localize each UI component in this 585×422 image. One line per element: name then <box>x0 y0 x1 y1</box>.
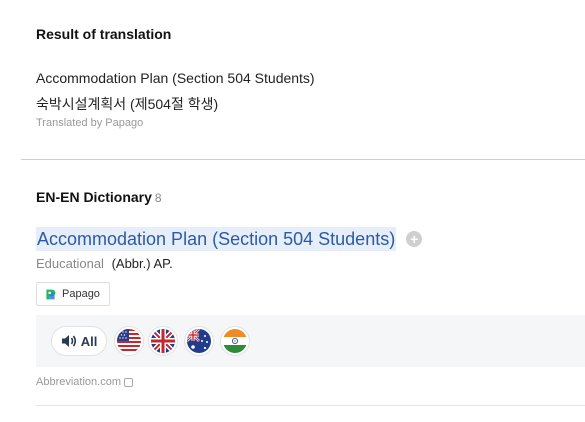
us-flag-icon <box>117 329 141 353</box>
papago-button[interactable]: Papago <box>36 282 110 306</box>
play-all-label: All <box>80 333 98 349</box>
bottom-divider <box>36 405 585 406</box>
plus-circle-icon[interactable]: + <box>406 231 423 247</box>
section-divider <box>21 159 585 160</box>
speaker-icon <box>61 335 76 347</box>
checkbox-icon[interactable] <box>124 377 133 387</box>
australia-pronunciation-button[interactable] <box>184 326 214 356</box>
india-pronunciation-button[interactable] <box>220 326 250 356</box>
papago-logo-icon <box>44 287 57 301</box>
source-link[interactable]: Abbreviation.com <box>36 376 121 388</box>
dictionary-entry: Accommodation Plan (Section 504 Students… <box>36 227 423 251</box>
translation-credit: Translated by Papago <box>36 117 144 129</box>
dictionary-source: Abbreviation.com <box>36 376 133 388</box>
play-all-button[interactable]: All <box>51 326 107 356</box>
entry-headword-link[interactable]: Accommodation Plan (Section 504 Students… <box>36 227 397 251</box>
pronunciation-bar: All <box>36 315 585 367</box>
dictionary-header: EN-EN Dictionary 8 <box>36 189 162 207</box>
translation-heading: Result of translation <box>36 26 172 42</box>
uk-flag-icon <box>151 329 175 353</box>
entry-meaning: Educational (Abbr.) AP. <box>36 256 173 271</box>
papago-button-label: Papago <box>62 288 100 300</box>
translation-source-text: Accommodation Plan (Section 504 Students… <box>36 70 315 86</box>
uk-pronunciation-button[interactable] <box>148 326 178 356</box>
india-flag-icon <box>223 329 247 353</box>
australia-flag-icon <box>187 329 211 353</box>
dictionary-heading: EN-EN Dictionary <box>36 189 152 205</box>
entry-definition: (Abbr.) AP. <box>111 256 173 271</box>
entry-category: Educational <box>36 256 104 271</box>
translation-result-text: 숙박시설계획서 (제504절 학생) <box>36 96 219 112</box>
us-pronunciation-button[interactable] <box>114 326 144 356</box>
dictionary-count: 8 <box>154 191 162 205</box>
